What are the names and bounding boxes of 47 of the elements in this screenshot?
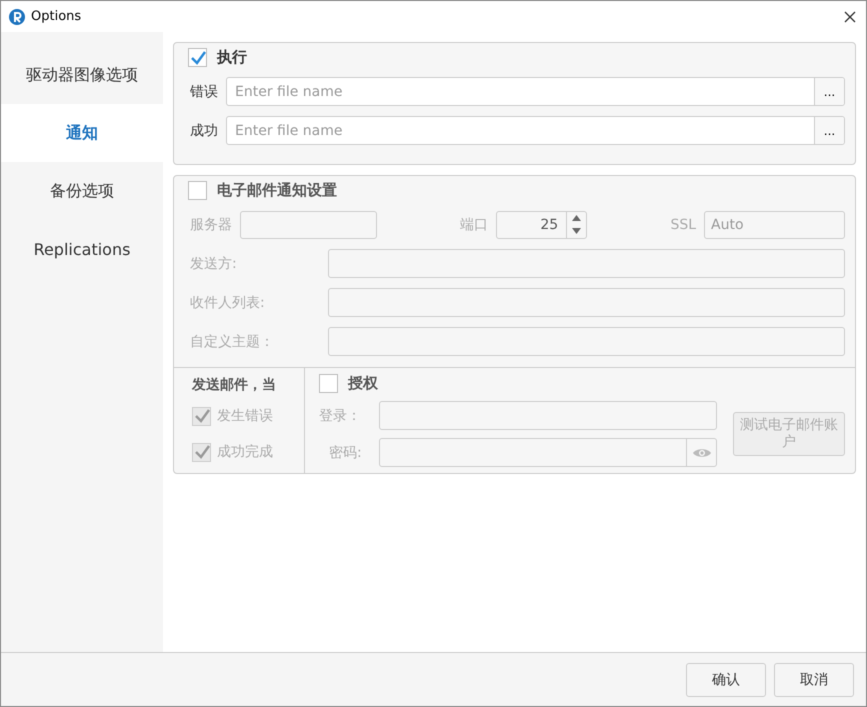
field-label: 成功 bbox=[190, 122, 218, 140]
port-spinner[interactable]: 25 bbox=[496, 210, 588, 238]
check-icon bbox=[194, 445, 210, 459]
check-icon bbox=[194, 409, 210, 423]
section-title: 电子邮件通知设置 bbox=[217, 181, 337, 200]
file-name-field[interactable]: Enter file name ... bbox=[226, 77, 845, 106]
checkbox[interactable] bbox=[192, 406, 211, 426]
text-field[interactable] bbox=[328, 249, 845, 278]
sidebar-item[interactable]: 通知 bbox=[1, 104, 163, 162]
field-label: 自定义主题： bbox=[190, 332, 275, 350]
checkbox[interactable] bbox=[188, 48, 207, 67]
field-label: SSL bbox=[670, 216, 696, 232]
field-label: 登录： bbox=[319, 406, 362, 424]
server-field[interactable] bbox=[240, 210, 377, 238]
sidebar-item[interactable]: 备份选项 bbox=[1, 162, 163, 220]
file-name-field[interactable]: Enter file name ... bbox=[226, 116, 845, 145]
up-arrow-icon bbox=[572, 215, 582, 221]
field-label: 错误 bbox=[190, 82, 218, 100]
down-arrow-icon bbox=[572, 228, 582, 234]
field-label: 密码: bbox=[328, 444, 363, 462]
field-label: 服务器 bbox=[190, 216, 232, 234]
check-icon bbox=[190, 50, 206, 64]
field-label: 发送方: bbox=[190, 254, 238, 272]
browse-button[interactable]: ... bbox=[814, 78, 844, 105]
password-field[interactable] bbox=[379, 438, 717, 467]
section-title: 授权 bbox=[348, 374, 378, 393]
eye-icon[interactable] bbox=[692, 446, 712, 458]
sidebar-item[interactable]: Replications bbox=[1, 220, 163, 278]
field-label: 端口 bbox=[460, 216, 488, 234]
text-field[interactable] bbox=[328, 288, 845, 317]
field-label: 收件人列表: bbox=[190, 294, 266, 312]
close-button[interactable] bbox=[842, 8, 858, 24]
sidebar-item[interactable]: 驱动器图像选项 bbox=[1, 46, 163, 104]
login-field[interactable] bbox=[379, 401, 717, 430]
dialog-button[interactable]: 取消 bbox=[774, 662, 854, 696]
checkbox[interactable] bbox=[188, 181, 207, 200]
dialog-button[interactable]: 确认 bbox=[686, 662, 766, 696]
group-title: 发送邮件，当 bbox=[192, 376, 277, 394]
checkbox[interactable] bbox=[192, 442, 211, 462]
checkbox-label: 成功完成 bbox=[217, 443, 273, 461]
browse-button[interactable]: ... bbox=[814, 117, 844, 144]
checkbox-label: 发生错误 bbox=[217, 407, 273, 425]
checkbox[interactable] bbox=[319, 374, 338, 393]
section-title: 执行 bbox=[217, 48, 247, 67]
app-logo-icon bbox=[9, 8, 25, 24]
text-field[interactable] bbox=[328, 327, 845, 356]
window-title: Options bbox=[31, 9, 82, 24]
